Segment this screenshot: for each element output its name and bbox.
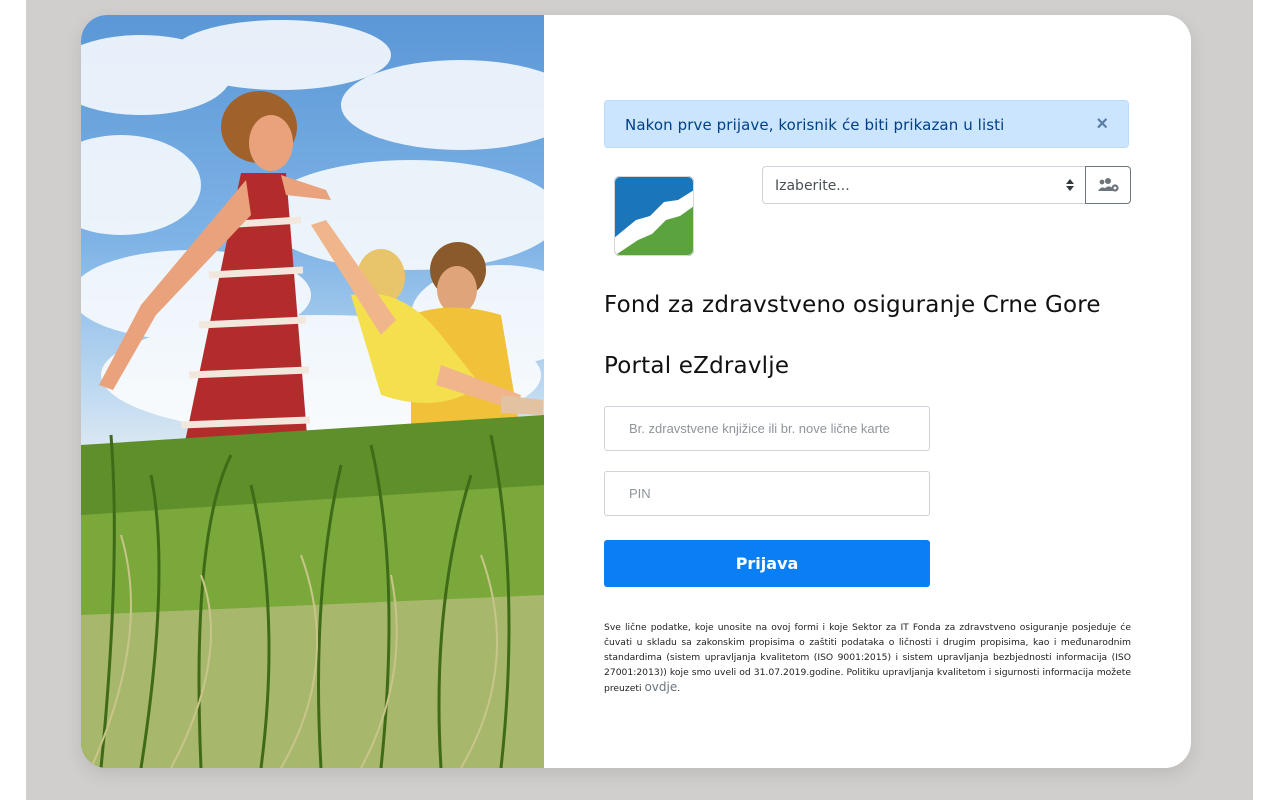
users-cog-icon — [1098, 178, 1119, 192]
user-select[interactable]: Izaberite... — [762, 166, 1086, 204]
privacy-disclaimer: Sve lične podatke, koje unosite na ovoj … — [604, 620, 1131, 696]
close-icon[interactable]: × — [1096, 112, 1108, 136]
hero-photo — [81, 15, 544, 768]
fzocg-logo — [614, 176, 694, 256]
users-cog-button[interactable] — [1085, 166, 1131, 204]
login-card: Nakon prve prijave, korisnik će biti pri… — [81, 15, 1191, 768]
download-policy-link[interactable]: ovdje — [644, 680, 677, 694]
select-value: Izaberite... — [775, 178, 850, 194]
health-card-input[interactable] — [604, 406, 930, 451]
sort-arrows-icon — [1066, 179, 1074, 191]
disclaimer-text: Sve lične podatke, koje unosite na ovoj … — [604, 622, 1131, 695]
organization-title: Fond za zdravstveno osiguranje Crne Gore — [604, 292, 1101, 318]
portal-title: Portal eZdravlje — [604, 353, 790, 379]
login-button[interactable]: Prijava — [604, 540, 930, 587]
pin-input[interactable] — [604, 471, 930, 516]
alert-message: Nakon prve prijave, korisnik će biti pri… — [625, 116, 1005, 134]
login-panel: Nakon prve prijave, korisnik će biti pri… — [604, 15, 1131, 768]
info-alert: Nakon prve prijave, korisnik će biti pri… — [604, 100, 1129, 148]
disclaimer-end: . — [677, 683, 681, 695]
